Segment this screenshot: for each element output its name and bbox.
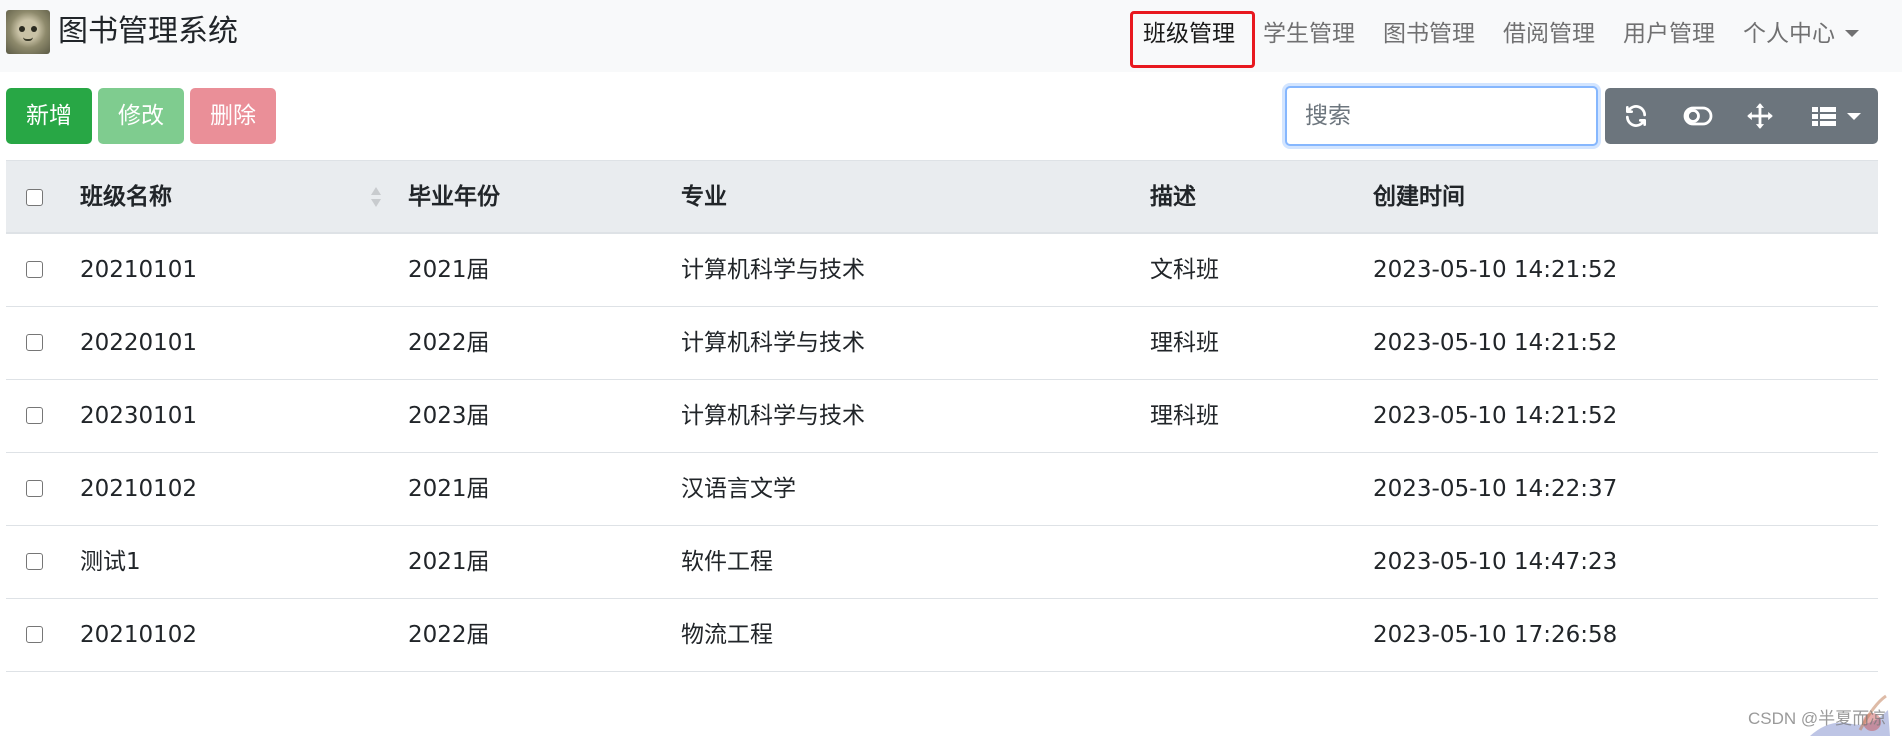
cell-created-time: 2023-05-10 14:21:52: [1373, 330, 1618, 356]
refresh-button[interactable]: [1605, 88, 1667, 144]
cell-class-name: 20230101: [80, 403, 198, 429]
cell-major: 软件工程: [681, 549, 773, 575]
cell-description: 理科班: [1150, 330, 1219, 356]
nav-item-personal-center-label: 个人中心: [1743, 21, 1835, 47]
cell-major: 计算机科学与技术: [681, 403, 865, 429]
row-checkbox[interactable]: [26, 261, 43, 278]
sort-icon[interactable]: [370, 187, 382, 209]
column-header-description[interactable]: 描述: [1150, 161, 1196, 233]
cell-class-name: 20210101: [80, 257, 198, 283]
toggle-view-button[interactable]: [1667, 88, 1729, 144]
columns-icon: [1812, 107, 1836, 126]
nav-item-borrow-management[interactable]: 借阅管理: [1503, 12, 1595, 56]
cell-description: 文科班: [1150, 257, 1219, 283]
cell-major: 计算机科学与技术: [681, 257, 865, 283]
nav-item-book-management[interactable]: 图书管理: [1383, 12, 1475, 56]
chevron-down-icon: [1845, 30, 1859, 37]
column-header-class-name[interactable]: 班级名称: [80, 161, 172, 233]
nav-item-user-management[interactable]: 用户管理: [1623, 12, 1715, 56]
brand-title[interactable]: 图书管理系统: [58, 14, 238, 50]
navbar: 图书管理系统 班级管理 学生管理 图书管理 借阅管理 用户管理 个人中心: [0, 0, 1902, 72]
cell-class-name: 测试1: [80, 549, 141, 575]
row-checkbox[interactable]: [26, 334, 43, 351]
class-table: 班级名称 毕业年份 专业 描述 创建时间 20210101 2021届 计算机科…: [6, 160, 1878, 672]
cell-created-time: 2023-05-10 17:26:58: [1373, 622, 1618, 648]
cell-graduation-year: 2022届: [408, 622, 490, 648]
nav-item-student-management[interactable]: 学生管理: [1263, 12, 1355, 56]
delete-button[interactable]: 删除: [190, 88, 276, 144]
select-all-checkbox[interactable]: [26, 189, 43, 206]
refresh-icon: [1625, 105, 1647, 127]
cell-graduation-year: 2022届: [408, 330, 490, 356]
search-input[interactable]: [1285, 86, 1598, 146]
move-icon: [1747, 103, 1773, 129]
nav-item-personal-center[interactable]: 个人中心: [1743, 12, 1859, 56]
cell-major: 汉语言文学: [681, 476, 796, 502]
cell-description: 理科班: [1150, 403, 1219, 429]
fullscreen-move-button[interactable]: [1729, 88, 1791, 144]
table-row[interactable]: 20210102 2021届 汉语言文学 2023-05-10 14:22:37: [6, 453, 1878, 526]
table-row[interactable]: 20220101 2022届 计算机科学与技术 理科班 2023-05-10 1…: [6, 307, 1878, 380]
column-header-graduation-year[interactable]: 毕业年份: [408, 161, 500, 233]
nav-item-class-management[interactable]: 班级管理: [1143, 12, 1235, 56]
row-checkbox[interactable]: [26, 553, 43, 570]
table-row[interactable]: 20230101 2023届 计算机科学与技术 理科班 2023-05-10 1…: [6, 380, 1878, 453]
row-checkbox[interactable]: [26, 407, 43, 424]
cell-class-name: 20210102: [80, 476, 198, 502]
edit-button[interactable]: 修改: [98, 88, 184, 144]
add-button[interactable]: 新增: [6, 88, 92, 144]
toggle-view-icon: [1683, 106, 1713, 126]
cell-graduation-year: 2021届: [408, 257, 490, 283]
cell-created-time: 2023-05-10 14:22:37: [1373, 476, 1618, 502]
column-header-major[interactable]: 专业: [681, 161, 727, 233]
cell-class-name: 20220101: [80, 330, 198, 356]
cell-created-time: 2023-05-10 14:21:52: [1373, 257, 1618, 283]
table-header: 班级名称 毕业年份 专业 描述 创建时间: [6, 160, 1878, 234]
column-header-created-time[interactable]: 创建时间: [1373, 161, 1465, 233]
table-row[interactable]: 测试1 2021届 软件工程 2023-05-10 14:47:23: [6, 526, 1878, 599]
cell-graduation-year: 2023届: [408, 403, 490, 429]
cell-graduation-year: 2021届: [408, 476, 490, 502]
cell-graduation-year: 2021届: [408, 549, 490, 575]
cell-major: 物流工程: [681, 622, 773, 648]
chevron-down-icon: [1847, 113, 1861, 120]
row-checkbox[interactable]: [26, 480, 43, 497]
table-row[interactable]: 20210101 2021届 计算机科学与技术 文科班 2023-05-10 1…: [6, 234, 1878, 307]
columns-dropdown-button[interactable]: [1791, 88, 1878, 144]
table-tools-group: [1605, 88, 1878, 144]
cell-created-time: 2023-05-10 14:47:23: [1373, 549, 1618, 575]
watermark-text: CSDN @半夏而凉: [1748, 709, 1887, 728]
row-checkbox[interactable]: [26, 626, 43, 643]
cell-class-name: 20210102: [80, 622, 198, 648]
table-row[interactable]: 20210102 2022届 物流工程 2023-05-10 17:26:58: [6, 599, 1878, 672]
cell-major: 计算机科学与技术: [681, 330, 865, 356]
cell-created-time: 2023-05-10 14:21:52: [1373, 403, 1618, 429]
cat-avatar-icon[interactable]: [6, 10, 50, 54]
